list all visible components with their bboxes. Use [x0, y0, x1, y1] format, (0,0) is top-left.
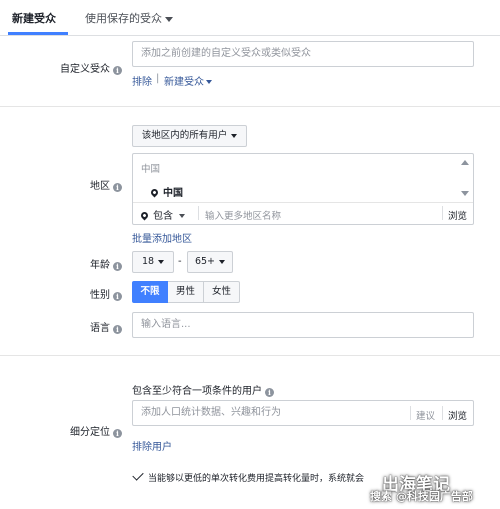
info-icon[interactable]: i [113, 262, 122, 271]
info-icon[interactable]: i [113, 292, 122, 301]
include-dropdown-label: 包含 [153, 211, 173, 222]
selected-location-label: 中国 [163, 188, 183, 199]
create-audience-link[interactable]: 新建受众 [164, 73, 212, 88]
location-box: 中国 中国 包含 输入更多地区名称 浏览 [132, 153, 474, 225]
section-divider [0, 106, 500, 107]
tab-saved-audience-label: 使用保存的受众 [85, 12, 162, 25]
scroll-up-icon[interactable] [461, 160, 469, 165]
location-label-text: 地区 [90, 181, 110, 192]
browse-separator [442, 206, 443, 220]
gender-label: 性别 i [60, 286, 122, 301]
location-scope-dropdown[interactable]: 该地区内的所有用户 [132, 125, 247, 147]
gender-label-text: 性别 [90, 290, 110, 301]
location-browse-button[interactable]: 浏览 [448, 208, 467, 222]
location-scope-label: 该地区内的所有用户 [141, 130, 228, 141]
age-label: 年龄 i [60, 256, 122, 271]
watermark-title: 出海笔记 [382, 475, 450, 495]
section-divider [0, 355, 500, 356]
chevron-down-icon [206, 80, 212, 84]
language-placeholder: 输入语言... [141, 319, 191, 330]
chevron-down-icon [179, 214, 185, 218]
exclude-link[interactable]: 排除 [132, 73, 152, 88]
info-icon[interactable]: i [113, 325, 122, 334]
detailed-targeting-header: 包含至少符合一项条件的用户 i [132, 382, 274, 397]
location-pin-icon [139, 210, 150, 221]
language-label: 语言 i [60, 319, 122, 334]
location-label: 地区 i [60, 177, 122, 192]
tab-new-audience[interactable]: 新建受众 [12, 10, 56, 26]
browse-separator [442, 406, 443, 420]
info-icon[interactable]: i [265, 388, 274, 397]
link-separator: | [156, 73, 160, 84]
create-audience-label: 新建受众 [164, 77, 204, 88]
location-search-input[interactable]: 输入更多地区名称 [205, 208, 281, 222]
region-header: 中国 [141, 164, 161, 175]
info-icon[interactable]: i [113, 66, 122, 75]
chevron-down-icon [231, 133, 238, 138]
suggestions-button[interactable]: 建议 [416, 408, 435, 422]
custom-audience-placeholder: 添加之前创建的自定义受众或类似受众 [141, 48, 311, 59]
custom-audience-label: 自定义受众 i [40, 60, 122, 75]
language-label-text: 语言 [90, 323, 110, 334]
chevron-down-icon [219, 259, 226, 264]
audience-tabs: 新建受众 使用保存的受众 [0, 0, 500, 36]
active-tab-indicator [8, 32, 68, 35]
include-separator [198, 206, 199, 220]
gender-option-female[interactable]: 女性 [204, 281, 240, 303]
expansion-text: 当能够以更低的单次转化费用提高转化量时，系统就会 [148, 474, 365, 484]
custom-audience-input[interactable]: 添加之前创建的自定义受众或类似受众 [132, 41, 474, 67]
scroll-down-icon[interactable] [461, 191, 469, 196]
custom-audience-label-text: 自定义受众 [60, 64, 110, 75]
age-max-value: 65+ [194, 256, 216, 267]
location-search-placeholder: 输入更多地区名称 [205, 211, 282, 222]
include-dropdown[interactable]: 包含 [139, 207, 185, 222]
exclude-people-link[interactable]: 排除用户 [132, 438, 172, 453]
selected-location[interactable]: 中国 [149, 184, 183, 199]
detailed-targeting-browse-button[interactable]: 浏览 [448, 408, 467, 422]
chevron-down-icon [165, 16, 173, 22]
suggestions-separator [410, 406, 411, 420]
tab-saved-audience[interactable]: 使用保存的受众 [85, 10, 173, 26]
chevron-down-icon [158, 259, 165, 264]
gender-option-all[interactable]: 不限 [132, 281, 168, 303]
age-label-text: 年龄 [90, 260, 110, 271]
detailed-targeting-placeholder: 添加人口统计数据、兴趣和行为 [141, 407, 281, 418]
location-pin-icon [149, 187, 160, 198]
age-min-dropdown[interactable]: 18 [132, 251, 174, 273]
age-min-value: 18 [141, 256, 155, 267]
age-dash: - [178, 256, 182, 267]
expansion-checkbox[interactable] [132, 469, 144, 481]
gender-option-male[interactable]: 男性 [168, 281, 204, 303]
detailed-targeting-header-text: 包含至少符合一项条件的用户 [132, 386, 262, 397]
info-icon[interactable]: i [113, 429, 122, 438]
detailed-targeting-label-text: 细分定位 [70, 427, 110, 438]
info-icon[interactable]: i [113, 183, 122, 192]
age-max-dropdown[interactable]: 65+ [187, 251, 233, 273]
bulk-add-locations-link[interactable]: 批量添加地区 [132, 230, 192, 245]
language-input[interactable]: 输入语言... [132, 312, 474, 338]
location-box-divider [133, 202, 473, 203]
watermark-subtitle: 搜索 @科技园广告部 [370, 490, 473, 503]
detailed-targeting-label: 细分定位 i [40, 423, 122, 438]
